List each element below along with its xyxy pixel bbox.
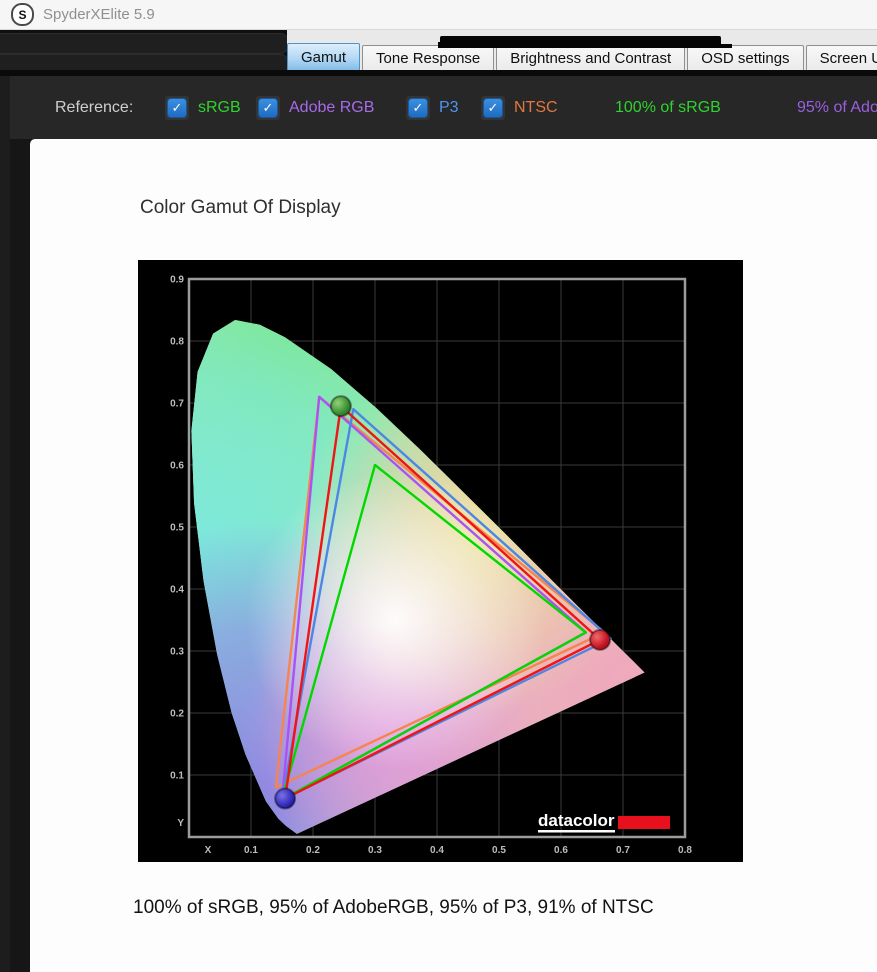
content-panel: Color Gamut Of Display [30, 139, 877, 972]
checkbox-well: ✓ [406, 96, 430, 120]
svg-text:0.7: 0.7 [616, 845, 630, 856]
reference-option-srgb: ✓ sRGB [165, 96, 241, 120]
window-titlebar: S SpyderXElite 5.9 [0, 0, 877, 30]
display-red-primary [590, 630, 610, 650]
reference-label: Reference: [55, 99, 133, 117]
checkbox-well: ✓ [165, 96, 189, 120]
reference-bar: Reference: ✓ sRGB ✓ Adobe RGB ✓ P3 ✓ NTSC 100% … [0, 76, 877, 139]
chart-frame: 0.1 0.2 0.3 0.4 0.5 0.6 0.7 0.8 0.1 0.2 0.3 0.4 0.5 0… [138, 260, 743, 862]
svg-text:0.7: 0.7 [170, 399, 184, 410]
logo-red-bar [618, 816, 670, 829]
cie-chromaticity-chart: 0.1 0.2 0.3 0.4 0.5 0.6 0.7 0.8 0.1 0.2 0.3 0.4 0.5 0… [138, 260, 743, 862]
option-label: sRGB [198, 99, 241, 117]
svg-text:X: X [205, 845, 212, 856]
svg-text:0.1: 0.1 [170, 771, 184, 782]
app-logo-icon: S [11, 3, 34, 26]
datacolor-logo: datacolor [538, 811, 670, 833]
svg-text:0.6: 0.6 [554, 845, 568, 856]
top-strip: GamutTone ResponseBrightness and Contras… [0, 30, 877, 76]
svg-text:0.8: 0.8 [170, 337, 184, 348]
option-label: P3 [439, 99, 459, 117]
page-title: Color Gamut Of Display [140, 197, 341, 219]
svg-text:Y: Y [177, 818, 184, 829]
reference-option-p3: ✓ P3 [406, 96, 459, 120]
svg-text:0.4: 0.4 [430, 845, 444, 856]
svg-text:0.6: 0.6 [170, 461, 184, 472]
adobe-rgb-checkbox[interactable]: ✓ [258, 98, 278, 118]
svg-text:0.4: 0.4 [170, 585, 184, 596]
datacolor-logo-text: datacolor [538, 811, 615, 830]
tab-tone-response[interactable]: Tone Response [362, 45, 494, 70]
checkbox-well: ✓ [256, 96, 280, 120]
option-label: NTSC [514, 99, 558, 117]
svg-text:0.2: 0.2 [170, 709, 184, 720]
reference-option-ntsc: ✓ NTSC [481, 96, 558, 120]
collapsed-dark-panel [0, 33, 289, 54]
p3-checkbox[interactable]: ✓ [408, 98, 428, 118]
tab-strip: GamutTone ResponseBrightness and Contras… [287, 43, 877, 70]
svg-text:0.9: 0.9 [170, 275, 184, 286]
svg-text:0.2: 0.2 [306, 845, 320, 856]
tab-brightness-and-contrast[interactable]: Brightness and Contrast [496, 45, 685, 70]
srgb-checkbox[interactable]: ✓ [167, 98, 187, 118]
logo-underline [538, 830, 615, 833]
gamut-summary-text: 100% of sRGB [615, 99, 721, 117]
svg-text:0.5: 0.5 [492, 845, 506, 856]
svg-text:0.3: 0.3 [170, 647, 184, 658]
tab-screen-uniformity[interactable]: Screen Uniformity [806, 45, 877, 70]
gamut-summary-text: 95% of Ado [797, 99, 877, 117]
svg-text:0.3: 0.3 [368, 845, 382, 856]
redacted-text [440, 36, 721, 46]
svg-text:0.5: 0.5 [170, 523, 184, 534]
tab-gamut[interactable]: Gamut [287, 43, 360, 70]
display-blue-primary [275, 789, 295, 809]
app-title: SpyderXElite 5.9 [43, 6, 155, 23]
option-label: Adobe RGB [289, 99, 374, 117]
reference-option-adobe-rgb: ✓ Adobe RGB [256, 96, 374, 120]
svg-text:0.1: 0.1 [244, 845, 258, 856]
result-text: 100% of sRGB, 95% of AdobeRGB, 95% of P3… [133, 897, 654, 919]
left-gutter [0, 76, 10, 972]
ntsc-checkbox[interactable]: ✓ [483, 98, 503, 118]
tab-osd-settings[interactable]: OSD settings [687, 45, 803, 70]
display-green-primary [331, 396, 351, 416]
spectral-locus-shape [191, 320, 644, 834]
svg-text:0.8: 0.8 [678, 845, 692, 856]
checkbox-well: ✓ [481, 96, 505, 120]
